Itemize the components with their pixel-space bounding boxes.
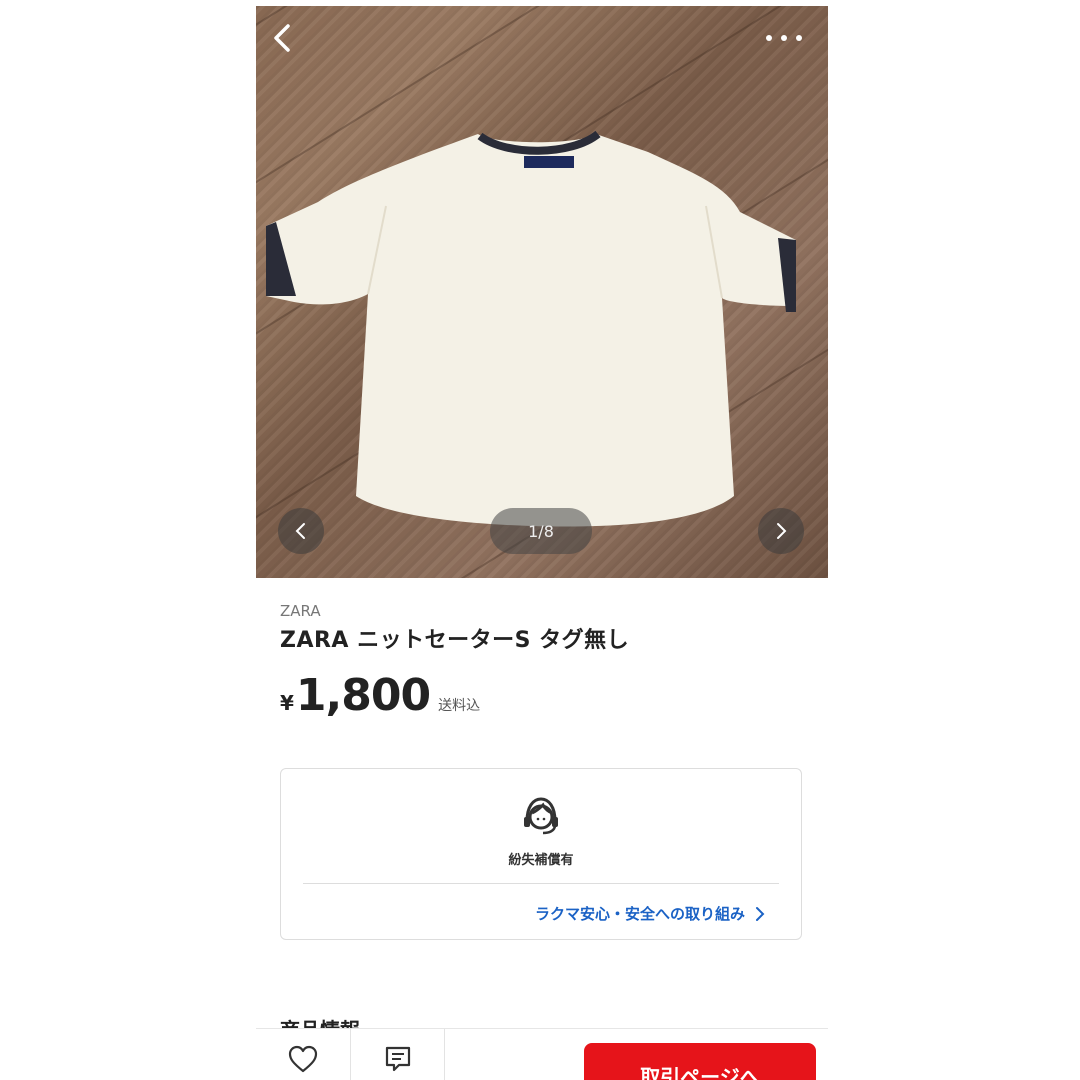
- photo-counter: 1/8: [490, 508, 592, 554]
- chevron-left-icon: [295, 523, 305, 539]
- chevron-right-icon: [756, 906, 765, 921]
- product-page: 1/8 ZARA ZARA ニットセーターS タグ無し ¥ 1,800 送料込 …: [256, 6, 828, 1080]
- product-title: ZARA ニットセーターS タグ無し: [280, 628, 630, 653]
- more-dots-icon: [766, 35, 802, 41]
- heart-icon: [288, 1045, 318, 1073]
- sweater-image: [266, 130, 796, 527]
- guarantee-card: 紛失補償有 ラクマ安心・安全への取り組み: [280, 768, 802, 940]
- price: 1,800: [295, 670, 431, 721]
- more-options-button[interactable]: [766, 26, 806, 50]
- shipping-note: 送料込: [438, 698, 481, 714]
- chevron-right-icon: [777, 523, 787, 539]
- currency-symbol: ¥: [280, 691, 294, 715]
- card-divider: [303, 883, 779, 884]
- transaction-page-button[interactable]: 取引ページへ: [584, 1043, 816, 1080]
- prev-photo-button[interactable]: [278, 508, 324, 554]
- support-agent-icon: [524, 797, 558, 835]
- like-button[interactable]: [256, 1029, 350, 1080]
- brand-name[interactable]: ZARA: [280, 602, 321, 620]
- next-photo-button[interactable]: [758, 508, 804, 554]
- bottom-action-bar: 取引ページへ: [256, 1028, 828, 1080]
- price-row: ¥ 1,800 送料込: [280, 670, 480, 721]
- product-photo[interactable]: 1/8: [256, 6, 828, 578]
- safety-link-label: ラクマ安心・安全への取り組み: [534, 905, 745, 923]
- safety-info-link[interactable]: ラクマ安心・安全への取り組み: [535, 903, 765, 924]
- chevron-left-icon: [274, 24, 290, 52]
- comment-button[interactable]: [351, 1029, 444, 1080]
- back-button[interactable]: [266, 20, 296, 56]
- guarantee-label: 紛失補償有: [508, 853, 574, 868]
- comment-icon: [385, 1046, 410, 1072]
